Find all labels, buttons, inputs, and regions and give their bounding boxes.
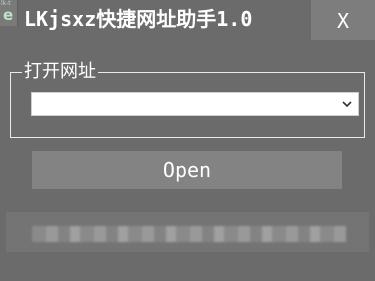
app-icon-glyph: e <box>3 6 14 24</box>
url-dropdown[interactable] <box>31 92 359 116</box>
open-button[interactable]: Open <box>32 151 342 189</box>
window-title: LKjsxz快捷网址助手1.0 <box>24 7 253 31</box>
status-text-blurred <box>32 226 346 242</box>
url-group-label: 打开网址 <box>22 61 98 83</box>
close-button[interactable]: X <box>311 0 375 40</box>
chevron-down-icon[interactable] <box>340 97 354 111</box>
app-icon: lk-t e <box>0 0 18 26</box>
